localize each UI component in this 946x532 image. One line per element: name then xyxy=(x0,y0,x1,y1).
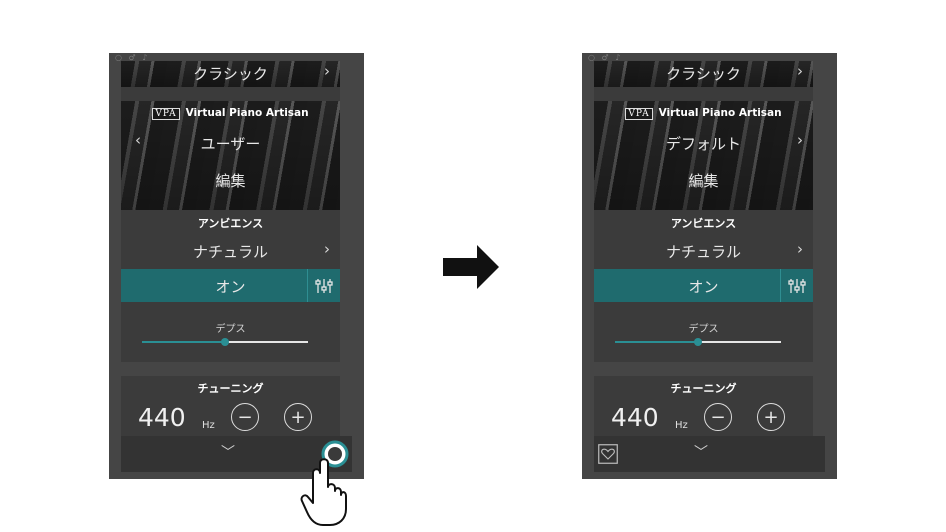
bottom-bar: ﹀ xyxy=(594,436,825,472)
ambience-type[interactable]: ナチュラル xyxy=(594,241,813,262)
hand-pointer-icon xyxy=(300,458,347,526)
ambience-panel: アンビエンス ナチュラル › オン デプス xyxy=(121,210,340,362)
preset-label: デフォルト xyxy=(665,135,741,153)
edit-button[interactable]: 編集 xyxy=(594,170,813,191)
tuning-unit: Hz xyxy=(202,420,215,431)
genre-label: クラシック xyxy=(666,65,741,83)
ambience-toggle-row[interactable]: オン xyxy=(594,269,813,302)
tuning-increase-button[interactable]: + xyxy=(757,403,785,431)
depth-slider-fill xyxy=(615,341,698,343)
depth-slider-fill xyxy=(142,341,225,343)
chevron-down-icon[interactable]: ﹀ xyxy=(221,442,235,462)
vpa-title: Virtual Piano Artisan xyxy=(185,107,309,119)
tuning-unit: Hz xyxy=(675,420,688,431)
vpa-header: VPA Virtual Piano Artisan xyxy=(594,107,813,120)
vpa-photo: VPA Virtual Piano Artisan ‹ ユーザー 編集 xyxy=(121,101,340,221)
divider xyxy=(307,269,308,302)
tuning-title: チューニング xyxy=(197,382,264,395)
vpa-photo: VPA Virtual Piano Artisan デフォルト › 編集 xyxy=(594,101,813,221)
vpa-panel: クラシック › VPA Virtual Piano Artisan ‹ ユーザー … xyxy=(121,61,340,221)
preset-label: ユーザー xyxy=(200,135,261,153)
equalizer-icon[interactable] xyxy=(313,277,335,295)
ambience-type[interactable]: ナチュラル xyxy=(121,241,340,262)
ambience-title: アンビエンス xyxy=(197,217,264,230)
tuning-value: 440 xyxy=(611,403,659,432)
vpa-title: Virtual Piano Artisan xyxy=(658,107,782,119)
heart-icon[interactable] xyxy=(598,444,618,464)
tuning-decrease-button[interactable]: − xyxy=(704,403,732,431)
depth-label: デプス xyxy=(215,324,246,335)
ambience-panel: アンビエンス ナチュラル › オン デプス xyxy=(594,210,813,362)
vpa-logo: VPA xyxy=(152,108,180,120)
genre-row[interactable]: クラシック › xyxy=(121,61,340,87)
phone-screen-before: ○ ♂ ♪ クラシック › VPA Virtual Piano Artisan ‹… xyxy=(109,53,364,479)
chevron-right-icon[interactable]: › xyxy=(797,131,803,149)
chevron-right-icon: › xyxy=(797,62,803,80)
vpa-header: VPA Virtual Piano Artisan xyxy=(121,107,340,120)
depth-slider-knob[interactable] xyxy=(694,338,702,346)
genre-row[interactable]: クラシック › xyxy=(594,61,813,87)
arrow-right-icon xyxy=(443,245,499,289)
tuning-value: 440 xyxy=(138,403,186,432)
chevron-right-icon: › xyxy=(324,62,330,80)
depth-slider[interactable] xyxy=(615,338,781,346)
depth-label: デプス xyxy=(688,324,719,335)
edit-button[interactable]: 編集 xyxy=(121,170,340,191)
depth-slider-knob[interactable] xyxy=(221,338,229,346)
vpa-panel: クラシック › VPA Virtual Piano Artisan デフォルト ›… xyxy=(594,61,813,221)
tuning-decrease-button[interactable]: − xyxy=(231,403,259,431)
genre-label: クラシック xyxy=(193,65,268,83)
ambience-title: アンビエンス xyxy=(670,217,737,230)
tuning-increase-button[interactable]: + xyxy=(284,403,312,431)
chevron-right-icon: › xyxy=(797,240,803,258)
chevron-down-icon[interactable]: ﹀ xyxy=(694,442,708,462)
ambience-toggle-row[interactable]: オン xyxy=(121,269,340,302)
equalizer-icon[interactable] xyxy=(786,277,808,295)
depth-slider[interactable] xyxy=(142,338,308,346)
vpa-logo: VPA xyxy=(625,108,653,120)
phone-screen-after: ○ ♂ ♪ クラシック › VPA Virtual Piano Artisan デ… xyxy=(582,53,837,479)
divider xyxy=(780,269,781,302)
chevron-right-icon: › xyxy=(324,240,330,258)
tuning-title: チューニング xyxy=(670,382,737,395)
